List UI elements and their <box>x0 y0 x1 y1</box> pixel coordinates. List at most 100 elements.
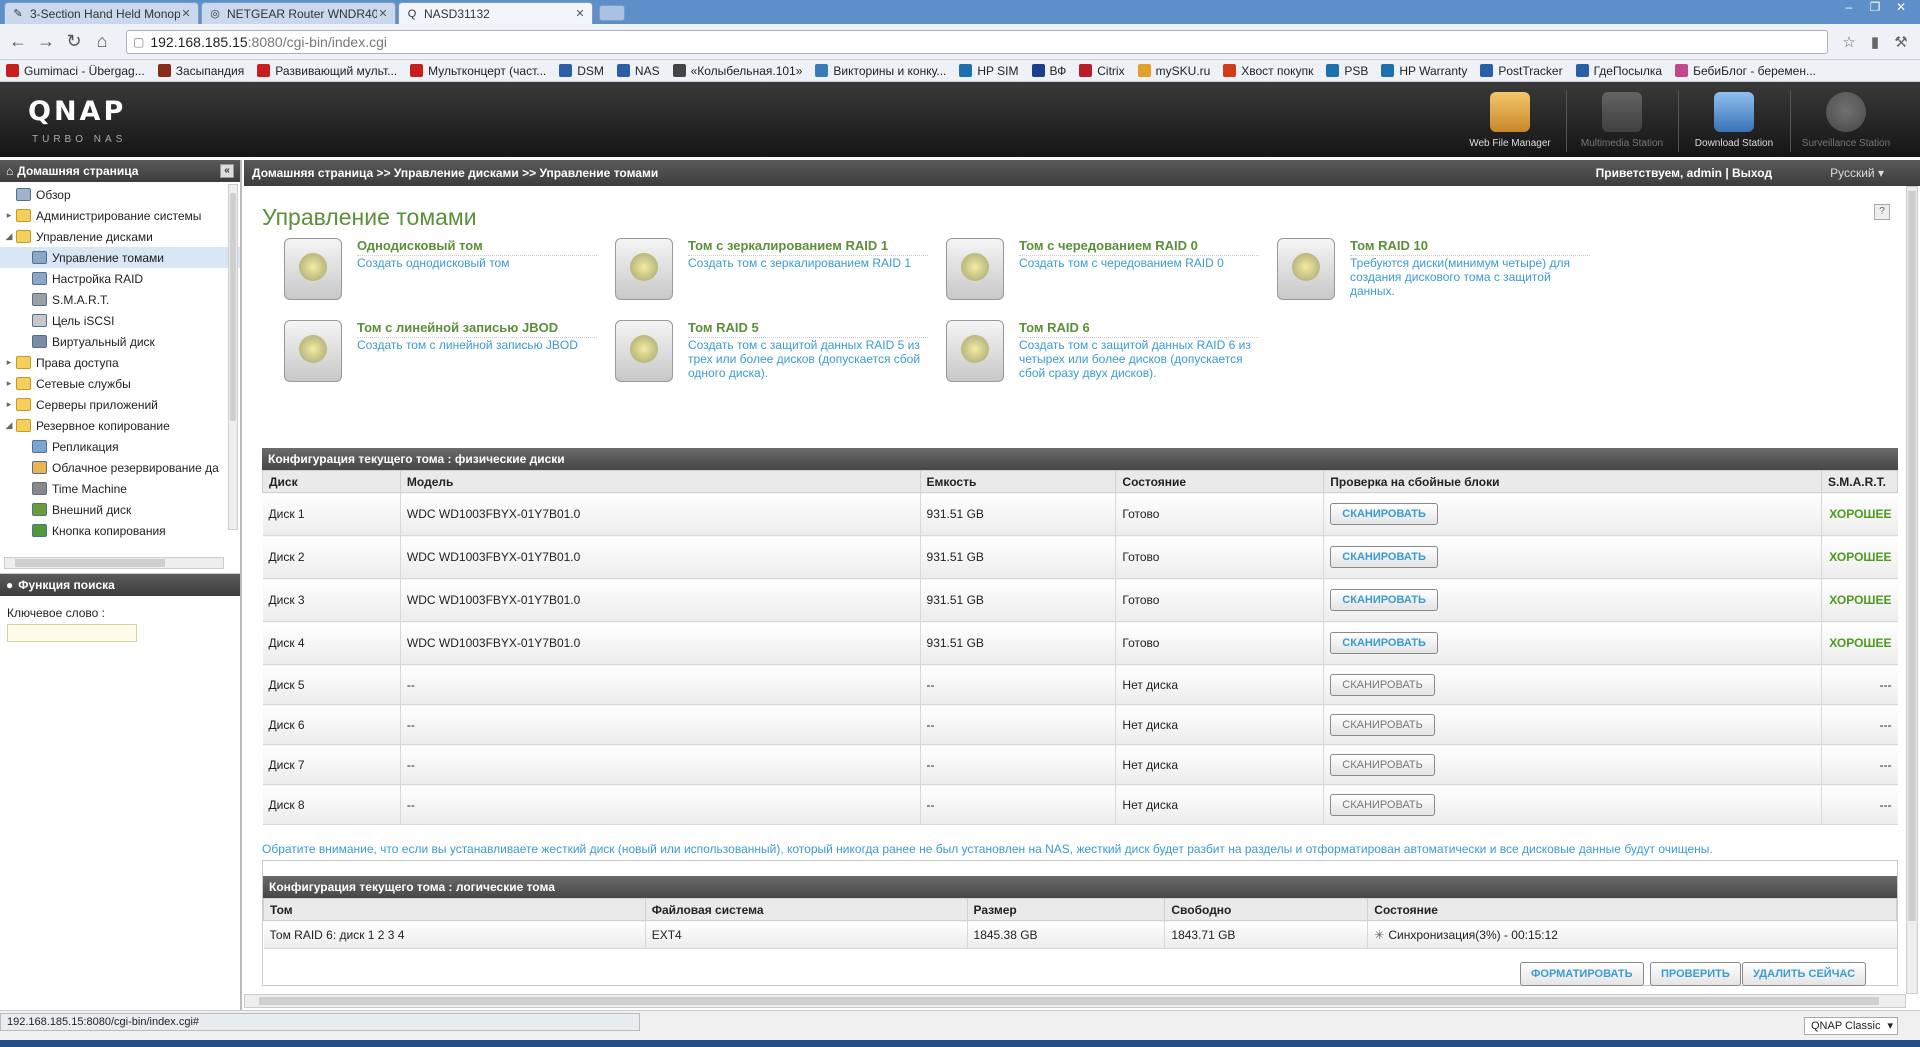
volume-type-title[interactable]: Том с линейной записью JBOD <box>357 320 597 338</box>
close-icon[interactable]: ✕ <box>180 7 192 20</box>
volume-type-option[interactable]: Том с зеркалированием RAID 1 Создать том … <box>593 234 928 314</box>
scan-button[interactable]: СКАНИРОВАТЬ <box>1330 673 1435 696</box>
bookmark-item[interactable]: Мультконцерт (част... <box>410 64 546 78</box>
volume-type-desc[interactable]: Требуются диски(минимум четыре) для созд… <box>1350 256 1590 298</box>
volume-type-desc[interactable]: Создать том с зеркалированием RAID 1 <box>688 256 928 270</box>
volume-type-title[interactable]: Том с чередованием RAID 0 <box>1019 238 1259 256</box>
minimize-icon[interactable]: – <box>1836 0 1862 16</box>
bookmark-item[interactable]: Хвост покупк <box>1223 64 1313 78</box>
sidebar-item[interactable]: Внешний диск <box>0 499 240 520</box>
volume-type-title[interactable]: Том RAID 5 <box>688 320 928 338</box>
smart-status[interactable]: ХОРОШЕЕ <box>1829 636 1891 650</box>
expand-toggle-icon[interactable]: ◢ <box>2 231 16 242</box>
bookmark-item[interactable]: ГдеПосылка <box>1575 64 1662 78</box>
expand-toggle-icon[interactable]: ▸ <box>2 357 16 368</box>
reload-icon[interactable]: ↻ <box>62 30 86 54</box>
close-icon[interactable]: ✕ <box>377 7 389 20</box>
bookmark-item[interactable]: Засыпандия <box>157 64 244 78</box>
sidebar-item[interactable]: Time Machine <box>0 478 240 499</box>
bookmark-item[interactable]: PSB <box>1326 64 1368 78</box>
sidebar-item[interactable]: ▸ Серверы приложений <box>0 394 240 415</box>
scan-button[interactable]: СКАНИРОВАТЬ <box>1330 546 1438 568</box>
volume-type-desc[interactable]: Создать том с линейной записью JBOD <box>357 338 597 352</box>
sidebar-item[interactable]: Кнопка копирования <box>0 520 240 541</box>
delete-now-button[interactable]: УДАЛИТЬ СЕЙЧАС <box>1742 962 1867 986</box>
volume-type-title[interactable]: Однодисковый том <box>357 238 597 256</box>
volume-type-option[interactable]: Том RAID 6 Создать том с защитой данных R… <box>924 316 1259 396</box>
sidebar-item[interactable]: ▸ Администрирование системы <box>0 205 240 226</box>
bookmark-item[interactable]: ВФ <box>1031 64 1066 78</box>
expand-toggle-icon[interactable]: ▸ <box>2 399 16 410</box>
tree-horizontal-scrollbar[interactable] <box>4 557 224 569</box>
volume-type-title[interactable]: Том RAID 10 <box>1350 238 1590 256</box>
breadcrumb[interactable]: Домашняя страница >> Управление дисками … <box>252 166 1596 180</box>
browser-tab[interactable]: ✎ 3-Section Hand Held Monop ✕ <box>4 2 199 24</box>
volume-type-option[interactable]: Том с линейной записью JBOD Создать том с… <box>262 316 597 396</box>
browser-tab-active[interactable]: Q NASD31132 ✕ <box>398 2 593 24</box>
expand-toggle-icon[interactable]: ▸ <box>2 378 16 389</box>
bookmark-item[interactable]: «Колыбельная.101» <box>672 64 802 78</box>
scan-button[interactable]: СКАНИРОВАТЬ <box>1330 793 1435 816</box>
sidebar-item[interactable]: ◢ Резервное копирование <box>0 415 240 436</box>
bookmark-item[interactable]: Развивающий мульт... <box>257 64 397 78</box>
scan-button[interactable]: СКАНИРОВАТЬ <box>1330 589 1438 611</box>
bookmark-item[interactable]: NAS <box>616 64 660 78</box>
bookmark-item[interactable]: Citrix <box>1079 64 1125 78</box>
close-window-icon[interactable]: ✕ <box>1888 0 1914 16</box>
scan-button[interactable]: СКАНИРОВАТЬ <box>1330 503 1438 525</box>
scan-button[interactable]: СКАНИРОВАТЬ <box>1330 632 1438 654</box>
expand-toggle-icon[interactable]: ◢ <box>2 420 16 431</box>
back-icon[interactable]: ← <box>6 30 30 54</box>
check-button[interactable]: ПРОВЕРИТЬ <box>1650 962 1741 986</box>
sidebar-item[interactable]: ◢ Управление дисками <box>0 226 240 247</box>
volume-type-desc[interactable]: Создать том с чередованием RAID 0 <box>1019 256 1259 270</box>
volume-type-desc[interactable]: Создать том с защитой данных RAID 5 из т… <box>688 338 928 380</box>
bookmark-item[interactable]: Gumimaci - Übergag... <box>6 64 145 78</box>
sidebar-item[interactable]: Репликация <box>0 436 240 457</box>
volume-type-option[interactable]: Том с чередованием RAID 0 Создать том с ч… <box>924 234 1259 314</box>
sidebar-item[interactable]: Облачное резервирование да <box>0 457 240 478</box>
volume-type-option[interactable]: Том RAID 5 Создать том с защитой данных R… <box>593 316 928 396</box>
bookmark-item[interactable]: HP Warranty <box>1381 64 1467 78</box>
app-web-file-manager[interactable]: Web File Manager <box>1456 88 1564 154</box>
scan-button[interactable]: СКАНИРОВАТЬ <box>1330 753 1435 776</box>
smart-status[interactable]: ХОРОШЕЕ <box>1829 550 1891 564</box>
help-icon[interactable]: ? <box>1874 204 1890 220</box>
browser-tab[interactable]: ◎ NETGEAR Router WNDR4000 ✕ <box>201 2 396 24</box>
content-horizontal-scrollbar[interactable] <box>244 994 1906 1008</box>
sidebar-item[interactable]: Обзор <box>0 184 240 205</box>
sidebar-item[interactable]: Управление томами <box>0 247 240 268</box>
wrench-icon[interactable]: ⚒ <box>1888 33 1914 51</box>
app-download-station[interactable]: Download Station <box>1680 88 1788 154</box>
app-multimedia-station[interactable]: Multimedia Station <box>1568 88 1676 154</box>
volume-type-option[interactable]: Однодисковый том Создать однодисковый том <box>262 234 597 314</box>
volume-type-title[interactable]: Том с зеркалированием RAID 1 <box>688 238 928 256</box>
bookmark-item[interactable]: БебиБлог - беремен... <box>1675 64 1816 78</box>
theme-select[interactable]: QNAP Classic ▾ <box>1804 1017 1898 1035</box>
home-icon[interactable]: ⌂ <box>90 30 114 54</box>
bookmark-item[interactable]: Викторины и конку... <box>815 64 946 78</box>
bookmark-item[interactable]: mySKU.ru <box>1137 64 1210 78</box>
sidebar-item[interactable]: ▸ Права доступа <box>0 352 240 373</box>
tree-scrollbar[interactable] <box>228 184 238 530</box>
close-icon[interactable]: ✕ <box>574 7 586 20</box>
welcome-logout[interactable]: Приветствуем, admin | Выход <box>1596 166 1772 180</box>
expand-toggle-icon[interactable]: ▸ <box>2 210 16 221</box>
collapse-icon[interactable]: « <box>220 164 234 178</box>
bookmark-item[interactable]: HP SIM <box>959 64 1019 78</box>
signal-icon[interactable]: ▮ <box>1862 33 1888 51</box>
table-row[interactable]: Том RAID 6: диск 1 2 3 4 EXT4 1845.38 GB… <box>263 920 1897 949</box>
smart-status[interactable]: ХОРОШЕЕ <box>1829 507 1891 521</box>
smart-status[interactable]: ХОРОШЕЕ <box>1829 593 1891 607</box>
bookmark-item[interactable]: PostTracker <box>1480 64 1563 78</box>
forward-icon[interactable]: → <box>34 30 58 54</box>
star-icon[interactable]: ☆ <box>1836 33 1862 51</box>
format-button[interactable]: ФОРМАТИРОВАТЬ <box>1520 962 1644 986</box>
volume-type-desc[interactable]: Создать том с защитой данных RAID 6 из ч… <box>1019 338 1259 380</box>
sidebar-title[interactable]: Домашняя страница <box>17 164 220 178</box>
sidebar-item[interactable]: S.M.A.R.T. <box>0 289 240 310</box>
sidebar-item[interactable]: Виртуальный диск <box>0 331 240 352</box>
sidebar-item[interactable]: Цель iSCSI <box>0 310 240 331</box>
new-tab-button[interactable] <box>599 5 625 21</box>
scan-button[interactable]: СКАНИРОВАТЬ <box>1330 713 1435 736</box>
